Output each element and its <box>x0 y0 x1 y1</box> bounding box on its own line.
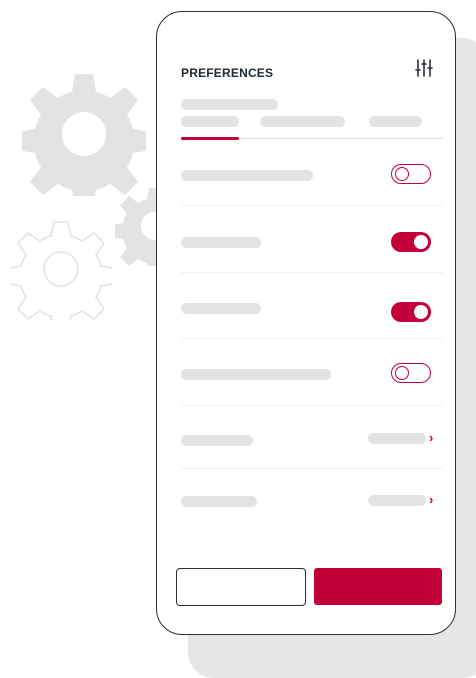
setting-label-placeholder <box>181 237 261 248</box>
tab-1[interactable] <box>181 116 239 127</box>
sliders-icon[interactable] <box>415 58 433 78</box>
toggle-switch-off[interactable] <box>391 363 431 383</box>
toggle-switch-on[interactable] <box>391 232 431 252</box>
divider <box>181 405 443 406</box>
setting-label-placeholder <box>181 303 261 314</box>
toggle-switch-on[interactable] <box>391 302 431 322</box>
cancel-button[interactable] <box>176 568 306 606</box>
setting-label-placeholder <box>181 369 331 380</box>
divider <box>181 272 443 273</box>
large-gear-icon <box>22 74 146 196</box>
tab-3[interactable] <box>369 116 422 127</box>
tab-2[interactable] <box>260 116 345 127</box>
save-button[interactable] <box>314 568 442 605</box>
setting-label-placeholder <box>181 435 253 446</box>
divider <box>181 338 443 339</box>
page-title: PREFERENCES <box>181 66 274 80</box>
subtitle-placeholder <box>181 99 278 110</box>
chevron-right-icon: › <box>429 492 434 507</box>
divider <box>181 468 443 469</box>
setting-value-placeholder <box>368 495 426 506</box>
active-tab-indicator <box>181 137 239 140</box>
outline-gear-icon <box>10 221 112 320</box>
toggle-switch-off[interactable] <box>391 164 431 184</box>
setting-value-placeholder <box>368 433 426 444</box>
divider <box>181 205 443 206</box>
chevron-right-icon: › <box>429 430 434 445</box>
setting-label-placeholder <box>181 170 313 181</box>
setting-label-placeholder <box>181 496 257 507</box>
preferences-screen: PREFERENCES › › <box>156 11 456 635</box>
